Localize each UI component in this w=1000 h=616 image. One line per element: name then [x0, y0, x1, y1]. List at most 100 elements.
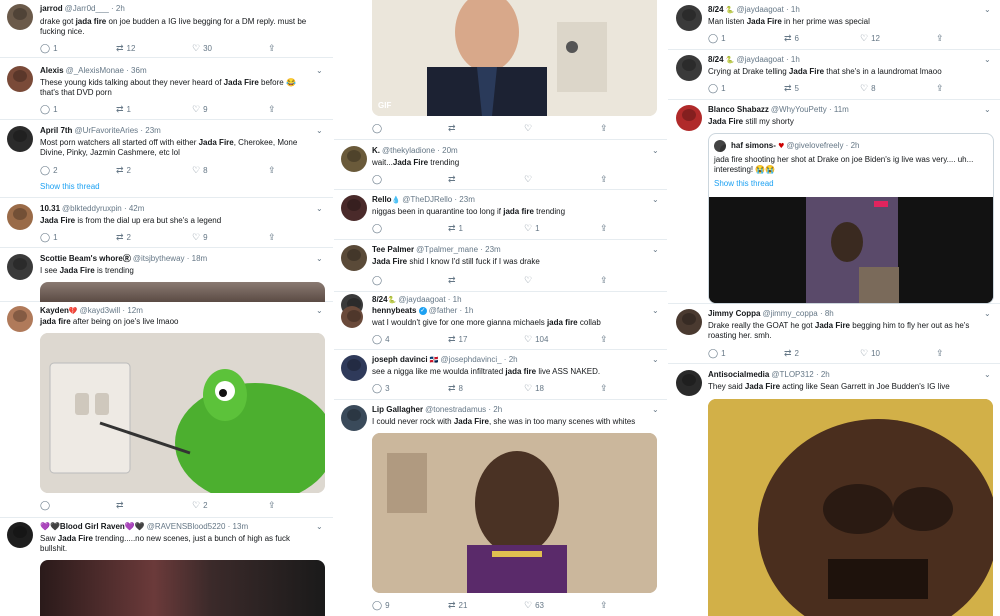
tweet-author-name[interactable]: jarrod: [40, 4, 63, 13]
tweet-author-name[interactable]: Jimmy Coppa: [708, 309, 760, 318]
retweet-button[interactable]: ⇄ 21: [448, 600, 467, 610]
like-button[interactable]: ♡ 10: [860, 348, 880, 358]
tweet-author-handle[interactable]: @kayd3will · 12m: [80, 306, 143, 315]
tweet-author-handle[interactable]: @jaydaagoat · 1h: [737, 55, 800, 64]
tweet-author-handle[interactable]: @Jarr0d___ · 2h: [65, 4, 125, 13]
like-button[interactable]: ♡ 1: [524, 223, 540, 233]
show-thread-link[interactable]: Show this thread: [40, 182, 100, 191]
tweet-author-name[interactable]: 💜🖤Blood Girl Raven💜🖤: [40, 522, 145, 531]
retweet-button[interactable]: ⇄: [116, 500, 124, 510]
tweet[interactable]: K. @thekyladione · 20m ⌄ wait...Jada Fire…: [334, 140, 667, 190]
share-button[interactable]: ⇪: [600, 600, 608, 610]
like-button[interactable]: ♡ 12: [860, 33, 880, 43]
chevron-down-icon[interactable]: ⌄: [316, 254, 323, 264]
chevron-down-icon[interactable]: ⌄: [316, 66, 323, 76]
avatar[interactable]: [714, 140, 726, 152]
tweet[interactable]: 8/24 🐍 @jaydaagoat · 1h ⌄ Crying at Drake…: [668, 50, 1000, 100]
tweet-image[interactable]: [40, 282, 325, 302]
tweet-author-name[interactable]: Tee Palmer: [372, 245, 414, 254]
like-button[interactable]: ♡ 9: [192, 104, 208, 114]
tweet-author-handle[interactable]: @thekyladione · 20m: [382, 146, 458, 155]
avatar[interactable]: [7, 254, 33, 280]
chevron-down-icon[interactable]: ⌄: [984, 370, 991, 380]
chevron-down-icon[interactable]: ⌄: [984, 105, 991, 115]
tweet[interactable]: 8/24 🐍 @jaydaagoat · 1h ⌄ Man listen Jada…: [668, 0, 1000, 50]
retweet-button[interactable]: ⇄ 6: [784, 33, 799, 43]
reply-button[interactable]: ◯ 1: [40, 43, 58, 53]
retweet-button[interactable]: ⇄ 1: [448, 223, 463, 233]
retweet-button[interactable]: ⇄ 12: [116, 43, 135, 53]
tweet[interactable]: Antisocialmedia @TLOP312 · 2h ⌄ They said…: [668, 364, 1000, 616]
tweet-author-name[interactable]: Kayden: [40, 306, 69, 315]
tweet[interactable]: 💜🖤Blood Girl Raven💜🖤 @RAVENSBlood5220 · 1…: [0, 518, 333, 616]
avatar[interactable]: [676, 5, 702, 31]
share-button[interactable]: ⇪: [268, 165, 276, 175]
avatar[interactable]: [7, 522, 33, 548]
reply-button[interactable]: ◯ 1: [708, 83, 726, 93]
show-thread-link[interactable]: Show this thread: [714, 179, 774, 188]
reply-button[interactable]: ◯ 4: [372, 334, 390, 344]
share-button[interactable]: ⇪: [600, 275, 608, 285]
quoted-tweet[interactable]: haf simons- ♥ @givelovefreely · 2h jada f…: [708, 133, 994, 304]
tweet-author-handle[interactable]: @TLOP312 · 2h: [771, 370, 829, 379]
avatar[interactable]: [676, 309, 702, 335]
chevron-down-icon[interactable]: ⌄: [984, 309, 991, 319]
share-button[interactable]: ⇪: [600, 223, 608, 233]
tweet-author-name[interactable]: Blanco Shabazz: [708, 105, 769, 114]
avatar[interactable]: [7, 204, 33, 230]
reply-button[interactable]: ◯ 2: [40, 165, 58, 175]
share-button[interactable]: ⇪: [936, 83, 944, 93]
avatar[interactable]: [676, 55, 702, 81]
reply-button[interactable]: ◯ 9: [372, 600, 390, 610]
reply-button[interactable]: ◯ 3: [372, 383, 390, 393]
chevron-down-icon[interactable]: ⌄: [652, 306, 659, 316]
like-button[interactable]: ♡: [524, 174, 532, 184]
chevron-down-icon[interactable]: ⌄: [316, 204, 323, 214]
chevron-down-icon[interactable]: ⌄: [652, 245, 659, 255]
avatar[interactable]: [7, 126, 33, 152]
tweet-author-handle[interactable]: @blkteddyruxpin · 42m: [62, 204, 144, 213]
tweet[interactable]: Kayden💔 @kayd3will · 12m ⌄ jada fire afte…: [0, 302, 333, 518]
tweet-author-handle[interactable]: @josephdavinci_ · 2h: [441, 355, 518, 364]
chevron-down-icon[interactable]: ⌄: [652, 146, 659, 156]
tweet-author-name[interactable]: Alexis: [40, 66, 64, 75]
tweet[interactable]: Scottie Beam's whoreⓇ @itsjbytheway · 18m…: [0, 248, 333, 302]
avatar[interactable]: [676, 105, 702, 131]
like-button[interactable]: ♡ 9: [192, 232, 208, 242]
tweet-author-name[interactable]: Rello: [372, 195, 392, 204]
quoted-author-handle[interactable]: @givelovefreely · 2h: [786, 141, 859, 150]
tweet-image[interactable]: [40, 560, 325, 616]
tweet[interactable]: Rello💧 @TheDJRello · 23m ⌄ niggas been in…: [334, 190, 667, 240]
chevron-down-icon[interactable]: ⌄: [984, 55, 991, 65]
like-button[interactable]: ♡ 8: [192, 165, 208, 175]
like-button[interactable]: ♡ 2: [192, 500, 208, 510]
reply-button[interactable]: ◯ 1: [40, 232, 58, 242]
like-button[interactable]: ♡ 18: [524, 383, 544, 393]
avatar[interactable]: [7, 66, 33, 92]
share-button[interactable]: ⇪: [268, 500, 276, 510]
avatar[interactable]: [341, 405, 367, 431]
tweet-author-name[interactable]: Antisocialmedia: [708, 370, 769, 379]
share-button[interactable]: ⇪: [268, 43, 276, 53]
tweet-author-name[interactable]: 8/24: [708, 5, 724, 14]
tweet-author-handle[interactable]: @jimmy_coppa · 8h: [762, 309, 833, 318]
share-button[interactable]: ⇪: [268, 232, 276, 242]
quoted-video[interactable]: [709, 197, 993, 303]
tweet[interactable]: Jimmy Coppa @jimmy_coppa · 8h ⌄ Drake rea…: [668, 304, 1000, 364]
chevron-down-icon[interactable]: ⌄: [316, 126, 323, 136]
tweet-author-handle[interactable]: @TheDJRello · 23m: [402, 195, 475, 204]
tweet-author-name[interactable]: 10.31: [40, 204, 60, 213]
tweet-author-name[interactable]: K.: [372, 146, 380, 155]
share-button[interactable]: ⇪: [600, 334, 608, 344]
retweet-button[interactable]: ⇄: [448, 275, 456, 285]
tweet-author-handle[interactable]: @itsjbytheway · 18m: [133, 254, 207, 263]
tweet-image[interactable]: [708, 399, 993, 616]
tweet[interactable]: jarrod @Jarr0d___ · 2h drake got jada fir…: [0, 0, 333, 58]
tweet[interactable]: GIF ◯ ⇄ ♡ ⇪: [334, 0, 667, 140]
like-button[interactable]: ♡: [524, 123, 532, 133]
tweet-author-handle[interactable]: @_AlexisMonae · 36m: [66, 66, 147, 75]
tweet[interactable]: Lip Gallagher @tonestradamus · 2h ⌄ I cou…: [334, 400, 667, 616]
tweet[interactable]: joseph davinci 🇩🇴 @josephdavinci_ · 2h ⌄ …: [334, 350, 667, 400]
tweet-author-name[interactable]: joseph davinci: [372, 355, 428, 364]
avatar[interactable]: [676, 370, 702, 396]
